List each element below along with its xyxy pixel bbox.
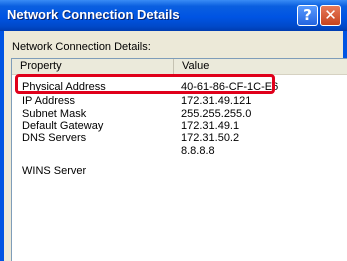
- property-cell: DNS Servers: [22, 132, 87, 144]
- value-cell: 172.31.49.121: [181, 95, 252, 107]
- table-row[interactable]: IP Address 172.31.49.121: [12, 95, 347, 107]
- window-title: Network Connection Details: [7, 7, 180, 22]
- column-header-property[interactable]: Property: [12, 59, 174, 75]
- property-cell: IP Address: [22, 95, 75, 107]
- close-button[interactable]: ✕: [320, 5, 341, 26]
- title-bar[interactable]: Network Connection Details ? ✕: [0, 0, 347, 31]
- table-row[interactable]: 8.8.8.8: [12, 145, 347, 157]
- highlight-annotation: [15, 74, 275, 94]
- column-header-value[interactable]: Value: [174, 59, 347, 75]
- table-row[interactable]: Default Gateway 172.31.49.1: [12, 120, 347, 132]
- value-cell: 172.31.49.1: [181, 120, 240, 132]
- property-cell: Default Gateway: [22, 120, 104, 132]
- value-cell: 8.8.8.8: [181, 145, 215, 157]
- property-cell: Subnet Mask: [22, 108, 87, 120]
- window-frame-left: [0, 31, 4, 261]
- table-row[interactable]: Subnet Mask 255.255.255.0: [12, 108, 347, 120]
- network-connection-details-window: Network Connection Details ? ✕ Network C…: [0, 0, 347, 261]
- details-heading: Network Connection Details:: [12, 41, 151, 53]
- table-row[interactable]: DNS Servers 172.31.50.2: [12, 132, 347, 144]
- property-cell: WINS Server: [22, 165, 87, 177]
- value-cell: 172.31.50.2: [181, 132, 240, 144]
- table-row[interactable]: WINS Server: [12, 165, 347, 177]
- value-cell: 255.255.255.0: [181, 108, 252, 120]
- help-button[interactable]: ?: [297, 5, 318, 26]
